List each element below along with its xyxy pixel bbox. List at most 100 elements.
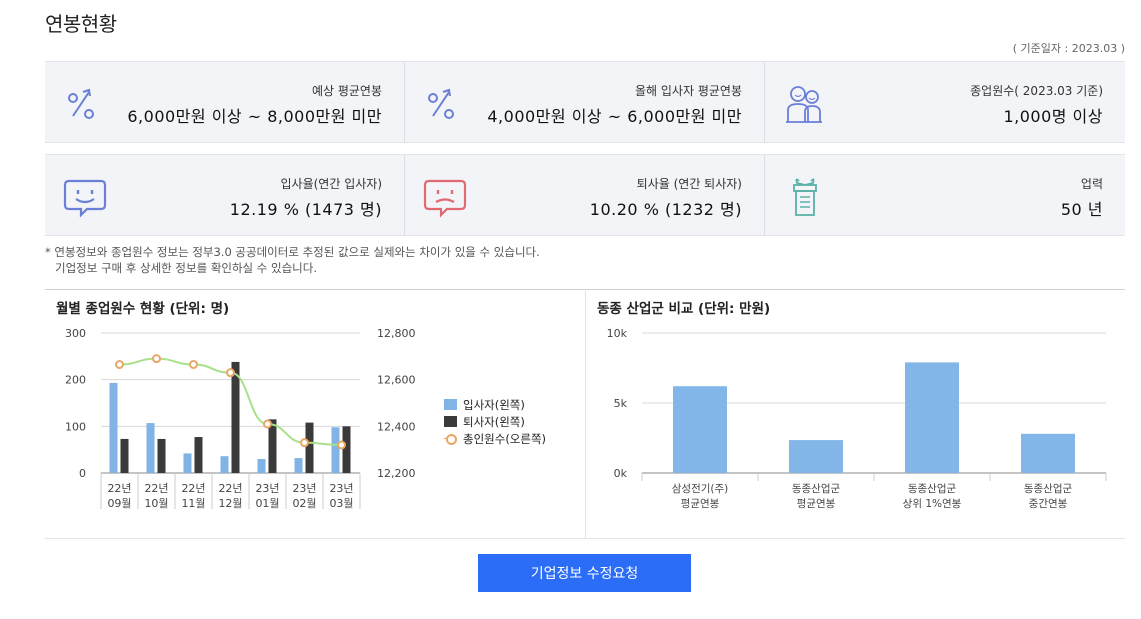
stat-value: 10.20 % (1232 명) bbox=[589, 200, 742, 219]
point-total bbox=[337, 440, 346, 450]
footnote-line-2: 기업정보 구매 후 상세한 정보를 확인하실 수 있습니다. bbox=[55, 261, 318, 275]
point-total bbox=[300, 438, 309, 448]
stat-value: 12.19 % (1473 명) bbox=[229, 200, 382, 219]
reference-date: ( 기준일자 : 2023.03 ) bbox=[1012, 42, 1125, 55]
x-tick-label: 중간연봉 bbox=[1029, 498, 1068, 510]
legend-label: 총인원수(오른쪽) bbox=[463, 431, 547, 446]
stat-label: 업력 bbox=[1080, 177, 1103, 191]
stat-quit-rate: 퇴사율 (연간 퇴사자) 10.20 % (1232 명) bbox=[405, 155, 765, 235]
bar-hires bbox=[146, 423, 155, 473]
bar-quits bbox=[194, 437, 203, 473]
gift-icon bbox=[793, 178, 817, 216]
point-total bbox=[226, 368, 235, 378]
legend-label: 퇴사자(왼쪽) bbox=[463, 414, 525, 429]
monthly-employee-chart: 300 200 100 0 12,800 12,600 12,400 12,200 22년 09월… bbox=[65, 327, 416, 510]
stat-employee-count: 종업원수( 2023.03 기준) 1,000명 이상 bbox=[765, 62, 1125, 142]
legend-swatch-quits bbox=[444, 416, 457, 427]
charts-bottom-divider bbox=[45, 538, 1125, 539]
percent-arrow-icon bbox=[68, 88, 94, 119]
company-info-edit-request-button[interactable]: 기업정보 수정요청 bbox=[478, 554, 691, 592]
y-left-tick-label: 200 bbox=[65, 374, 86, 387]
chart-title-monthly-employees: 월별 종업원수 현황 (단위: 명) bbox=[56, 301, 230, 317]
page-title: 연봉현황 bbox=[45, 12, 117, 36]
y-tick-label: 5k bbox=[614, 397, 628, 410]
x-tick-label: 상위 1%연봉 bbox=[903, 497, 962, 510]
x-tick-label: 평균연봉 bbox=[797, 498, 836, 510]
x-tick-label: 23년 bbox=[255, 482, 279, 495]
x-tick-label: 12월 bbox=[218, 497, 242, 510]
x-tick-label: 23년 bbox=[329, 482, 353, 495]
y-left-tick-label: 300 bbox=[65, 327, 86, 340]
x-tick-label: 01월 bbox=[255, 497, 279, 510]
bar-hires bbox=[220, 456, 229, 473]
bar-hires bbox=[183, 453, 192, 473]
bar-hires bbox=[109, 382, 118, 473]
bar-salary bbox=[1021, 433, 1075, 473]
legend-swatch-hires bbox=[444, 399, 457, 410]
y-right-tick-label: 12,200 bbox=[377, 467, 416, 480]
stat-company-age: 업력 50 년 bbox=[765, 155, 1125, 235]
stat-label: 퇴사율 (연간 퇴사자) bbox=[636, 177, 742, 191]
bar-quits bbox=[305, 422, 314, 473]
stat-hire-rate: 입사율(연간 입사자) 12.19 % (1473 명) bbox=[45, 155, 405, 235]
stat-value: 50 년 bbox=[1060, 200, 1103, 219]
x-tick-label: 03월 bbox=[329, 497, 353, 510]
chart-legend: 입사자(왼쪽) 퇴사자(왼쪽) 총인원수(오른쪽) bbox=[444, 396, 546, 447]
y-tick-label: 0k bbox=[614, 467, 628, 480]
point-total bbox=[263, 419, 272, 429]
bar-quits bbox=[120, 438, 129, 473]
x-tick-label: 02월 bbox=[292, 497, 316, 510]
stat-expected-avg-salary: 예상 평균연봉 6,000만원 이상 ~ 8,000만원 미만 bbox=[45, 62, 405, 142]
chart-title-industry-compare: 동종 산업군 비교 (단위: 만원) bbox=[597, 301, 771, 317]
smile-chat-icon bbox=[63, 179, 107, 218]
bar-quits bbox=[342, 426, 351, 473]
sad-chat-icon bbox=[423, 179, 467, 218]
percent-arrow-icon bbox=[428, 88, 454, 119]
bar-salary bbox=[789, 440, 843, 473]
x-tick-label: 평균연봉 bbox=[681, 498, 720, 510]
stat-value: 4,000만원 이상 ~ 6,000만원 미만 bbox=[487, 107, 742, 126]
y-right-tick-label: 12,400 bbox=[377, 420, 416, 433]
x-tick-label: 동종산업군 bbox=[792, 482, 841, 495]
legend-item-hires: 입사자(왼쪽) bbox=[444, 396, 546, 413]
x-tick-label: 22년 bbox=[144, 482, 168, 495]
y-right-tick-label: 12,600 bbox=[377, 374, 416, 387]
bar-quits bbox=[157, 438, 166, 473]
stats-row-rates: 입사율(연간 입사자) 12.19 % (1473 명) 퇴사율 (연간 퇴사자… bbox=[45, 154, 1125, 236]
stats-row-salary: 예상 평균연봉 6,000만원 이상 ~ 8,000만원 미만 올해 입사자 평… bbox=[45, 61, 1125, 143]
stat-label: 올해 입사자 평균연봉 bbox=[635, 84, 742, 98]
bar-salary bbox=[905, 362, 959, 473]
y-tick-label: 10k bbox=[607, 327, 628, 340]
legend-marker-total bbox=[444, 433, 457, 445]
industry-compare-chart: 10k 5k 0k 삼성전기(주) 평균연봉 동종산업군평균연봉 동종산업군상위 1%연봉 동… bbox=[607, 327, 1107, 510]
stat-label: 입사율(연간 입사자) bbox=[280, 177, 383, 191]
legend-label: 입사자(왼쪽) bbox=[463, 397, 525, 412]
x-tick-label: 동종산업군 bbox=[1024, 482, 1073, 495]
point-total bbox=[189, 360, 198, 369]
bar-hires bbox=[257, 459, 266, 473]
x-tick-label: 11월 bbox=[181, 497, 205, 510]
legend-item-total: 총인원수(오른쪽) bbox=[444, 430, 546, 447]
x-tick-label: 09월 bbox=[107, 497, 131, 510]
point-total bbox=[115, 360, 124, 369]
x-tick-label: 22년 bbox=[218, 482, 242, 495]
bar-hires bbox=[331, 427, 340, 473]
stat-label: 종업원수( 2023.03 기준) bbox=[970, 84, 1103, 98]
stat-value: 1,000명 이상 bbox=[1003, 107, 1103, 126]
point-total bbox=[152, 354, 161, 364]
x-tick-label: 10월 bbox=[144, 497, 168, 510]
stat-label: 예상 평균연봉 bbox=[311, 84, 382, 98]
stat-new-hire-avg-salary: 올해 입사자 평균연봉 4,000만원 이상 ~ 6,000만원 미만 bbox=[405, 62, 765, 142]
x-tick-label: 22년 bbox=[107, 482, 131, 495]
stat-value: 6,000만원 이상 ~ 8,000만원 미만 bbox=[127, 107, 382, 126]
x-tick-label: 삼성전기(주) bbox=[672, 483, 729, 495]
legend-item-quits: 퇴사자(왼쪽) bbox=[444, 413, 546, 430]
people-icon bbox=[786, 86, 822, 123]
x-tick-label: 동종산업군 bbox=[908, 482, 957, 495]
footnote-line-1: * 연봉정보와 종업원수 정보는 정부3.0 공공데이터로 추정된 값으로 실제… bbox=[45, 245, 540, 259]
footnote: * 연봉정보와 종업원수 정보는 정부3.0 공공데이터로 추정된 값으로 실제… bbox=[45, 244, 540, 276]
bar-quits bbox=[231, 361, 240, 473]
y-left-tick-label: 100 bbox=[65, 420, 86, 433]
bar-hires bbox=[294, 458, 303, 473]
y-left-tick-label: 0 bbox=[79, 467, 86, 480]
